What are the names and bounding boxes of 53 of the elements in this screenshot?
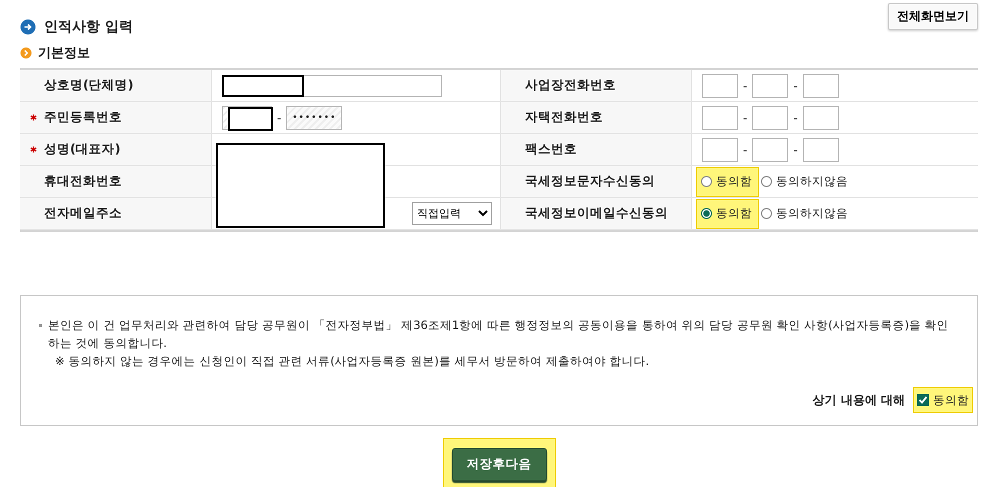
field-label: 팩스번호 <box>525 141 577 158</box>
phone-field[interactable] <box>752 106 788 130</box>
radio-button[interactable] <box>761 208 772 219</box>
radio-button[interactable] <box>701 208 712 219</box>
field-label: 휴대전화번호 <box>44 173 122 190</box>
radio-option[interactable]: 동의함 <box>696 166 759 196</box>
dash: - <box>743 78 748 92</box>
chevron-circle-icon <box>20 47 32 59</box>
dash: - <box>793 142 798 156</box>
phone-field[interactable] <box>752 138 788 162</box>
field-label: 성명(대표자) <box>44 141 120 158</box>
phone-field[interactable] <box>802 74 839 98</box>
phone-field[interactable] <box>702 106 738 130</box>
radio-button[interactable] <box>701 176 712 187</box>
phone-field[interactable] <box>702 74 738 98</box>
fullscreen-button[interactable]: 전체화면보기 <box>888 3 978 30</box>
field-label: 주민등록번호 <box>44 109 122 126</box>
phone-field[interactable] <box>702 138 738 162</box>
page-title: 인적사항 입력 <box>44 18 133 36</box>
radio-button[interactable] <box>761 176 772 187</box>
bullet-icon <box>39 324 42 327</box>
phone-field[interactable] <box>752 74 788 98</box>
arrow-circle-icon <box>20 19 36 35</box>
email-domain-select[interactable]: 직접입력 <box>412 202 492 225</box>
dash: - <box>743 110 748 124</box>
field-label: 국세정보이메일수신동의 <box>525 205 668 222</box>
phone-field[interactable] <box>802 138 839 162</box>
dash: - <box>277 110 282 124</box>
checkbox[interactable] <box>917 394 929 406</box>
asterisk-icon <box>30 114 37 121</box>
dash: - <box>793 110 798 124</box>
id-number-field[interactable]: ••••••• <box>286 106 342 130</box>
field-label: 사업장전화번호 <box>525 77 616 94</box>
dash: - <box>743 142 748 156</box>
consent-text: 본인은 이 건 업무처리와 관련하여 담당 공무원이 「전자정부법」 제36조제1항에 따른 행정정보의 공동이용을 통하여 위의 담당 공무원 확인 사항(사업자등록증)을 확인하는 것에 동의합니다. <box>48 317 950 352</box>
agree-prompt: 상기 내용에 대해 <box>812 392 905 409</box>
redaction-box <box>228 106 273 130</box>
asterisk-icon <box>30 146 37 153</box>
radio-option[interactable]: 동의함 <box>696 198 759 228</box>
field-label: 자택전화번호 <box>525 109 603 126</box>
id-number-field[interactable] <box>222 106 272 130</box>
save-next-button[interactable]: 저장후다음 <box>452 448 546 481</box>
agree-checkbox-option[interactable]: 동의함 <box>913 387 973 413</box>
company-name-field[interactable] <box>222 74 442 96</box>
field-label: 상호명(단체명) <box>44 77 134 94</box>
phone-field[interactable] <box>802 106 839 130</box>
radio-option[interactable]: 동의하지않음 <box>757 168 854 196</box>
consent-note: ※ 동의하지 않는 경우에는 신청인이 직접 관련 서류(사업자등록증 원본)를 세무서 방문하여 제출하여야 합니다. <box>55 354 650 368</box>
field-label: 전자메일주소 <box>44 205 122 222</box>
radio-option[interactable]: 동의하지않음 <box>757 200 854 228</box>
field-label: 국세정보문자수신동의 <box>525 173 655 190</box>
section-title: 기본정보 <box>38 45 90 62</box>
dash: - <box>793 78 798 92</box>
